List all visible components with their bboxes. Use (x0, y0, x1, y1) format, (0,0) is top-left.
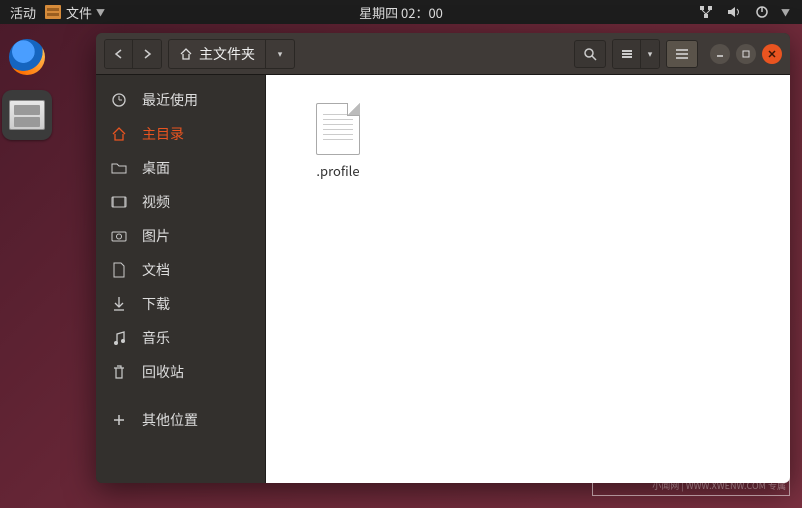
volume-icon[interactable] (725, 3, 743, 21)
close-button[interactable] (762, 44, 782, 64)
hamburger-menu[interactable] (666, 40, 698, 68)
sidebar-item-recent[interactable]: 最近使用 (96, 83, 265, 117)
maximize-button[interactable] (736, 44, 756, 64)
file-manager-icon (9, 100, 45, 130)
sidebar-item-label: 文档 (142, 260, 170, 280)
top-panel: 活动 文件 ▼ 星期四 02：00 ▼ (0, 0, 802, 24)
dock-firefox[interactable] (2, 32, 52, 82)
activities-button[interactable]: 活动 (10, 3, 36, 22)
sidebar-item-documents[interactable]: 文档 (96, 253, 265, 287)
path-segment-home[interactable]: 主文件夹 (169, 40, 266, 68)
document-icon (110, 261, 128, 279)
download-icon (110, 295, 128, 313)
view-list-button[interactable] (613, 40, 641, 68)
sidebar-item-label: 主目录 (142, 124, 184, 144)
dock (2, 28, 58, 140)
view-dropdown[interactable]: ▾ (641, 40, 659, 68)
back-button[interactable] (105, 40, 133, 68)
sidebar-item-label: 桌面 (142, 158, 170, 178)
plus-icon (110, 411, 128, 429)
chevron-down-icon[interactable]: ▼ (781, 6, 790, 19)
sidebar-item-label: 图片 (142, 226, 170, 246)
sidebar-item-label: 最近使用 (142, 90, 198, 110)
minimize-button[interactable] (710, 44, 730, 64)
camera-icon (110, 227, 128, 245)
sidebar-item-trash[interactable]: 回收站 (96, 355, 265, 389)
clock[interactable]: 星期四 02：00 (359, 3, 443, 22)
clock-icon (110, 91, 128, 109)
path-label: 主文件夹 (199, 44, 255, 64)
power-icon[interactable] (753, 3, 771, 21)
file-name: .profile (298, 161, 378, 180)
chevron-down-icon: ▼ (96, 6, 105, 19)
sidebar-item-music[interactable]: 音乐 (96, 321, 265, 355)
sidebar-item-downloads[interactable]: 下载 (96, 287, 265, 321)
nav-group (104, 39, 162, 69)
forward-button[interactable] (133, 40, 161, 68)
sidebar-item-label: 音乐 (142, 328, 170, 348)
path-dropdown[interactable]: ▾ (266, 40, 294, 68)
sidebar-item-label: 回收站 (142, 362, 184, 382)
text-file-icon (316, 103, 360, 155)
sidebar: 最近使用 主目录 桌面 视频 图片 文档 (96, 75, 266, 483)
sidebar-item-label: 其他位置 (142, 410, 198, 430)
folder-icon (110, 159, 128, 177)
music-icon (110, 329, 128, 347)
chevron-down-icon: ▾ (648, 47, 653, 60)
titlebar: 主文件夹 ▾ ▾ (96, 33, 790, 75)
sidebar-item-videos[interactable]: 视频 (96, 185, 265, 219)
firefox-icon (9, 39, 45, 75)
app-menu[interactable]: 文件 ▼ (44, 3, 105, 22)
sidebar-item-pictures[interactable]: 图片 (96, 219, 265, 253)
sidebar-item-home[interactable]: 主目录 (96, 117, 265, 151)
path-bar: 主文件夹 ▾ (168, 39, 295, 69)
chevron-down-icon: ▾ (278, 47, 283, 60)
sidebar-item-desktop[interactable]: 桌面 (96, 151, 265, 185)
home-icon (110, 125, 128, 143)
app-menu-label: 文件 (66, 3, 92, 22)
file-item[interactable]: .profile (298, 103, 378, 180)
file-manager-window: 主文件夹 ▾ ▾ 最近使用 主目录 (96, 33, 790, 483)
sidebar-item-label: 视频 (142, 192, 170, 212)
home-icon (179, 47, 193, 61)
content-pane[interactable]: .profile (266, 75, 790, 483)
dock-files[interactable] (2, 90, 52, 140)
sidebar-item-other[interactable]: 其他位置 (96, 403, 265, 437)
video-icon (110, 193, 128, 211)
search-button[interactable] (574, 40, 606, 68)
file-manager-icon (44, 3, 62, 21)
network-icon[interactable] (697, 3, 715, 21)
trash-icon (110, 363, 128, 381)
sidebar-item-label: 下载 (142, 294, 170, 314)
